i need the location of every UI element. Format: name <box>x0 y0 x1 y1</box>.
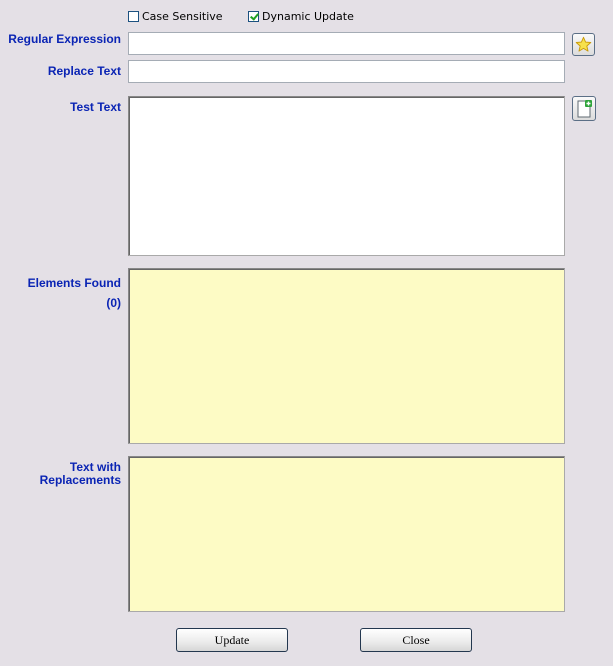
regular-expression-label: Regular Expression <box>8 32 121 46</box>
text-with-replacements-label-line2: Replacements <box>39 473 121 487</box>
replace-text-input[interactable] <box>128 60 565 83</box>
dynamic-update-label: Dynamic Update <box>262 10 354 23</box>
favorite-expression-button[interactable] <box>572 33 595 56</box>
elements-found-area[interactable] <box>128 268 565 444</box>
regular-expression-input[interactable] <box>128 32 565 55</box>
elements-found-label: Elements Found <box>27 276 121 290</box>
case-sensitive-checkbox[interactable]: Case Sensitive <box>128 10 223 23</box>
replace-text-label: Replace Text <box>47 64 121 78</box>
test-text-area[interactable] <box>128 96 565 256</box>
text-with-replacements-area[interactable] <box>128 456 565 612</box>
elements-found-count: (0) <box>106 296 121 310</box>
close-button[interactable]: Close <box>360 628 472 652</box>
dynamic-update-box[interactable] <box>248 11 259 22</box>
test-text-label: Test Text <box>70 100 121 114</box>
new-document-icon <box>577 99 592 117</box>
star-icon <box>575 36 592 52</box>
new-test-text-button[interactable] <box>572 96 596 121</box>
case-sensitive-label: Case Sensitive <box>142 10 223 23</box>
update-button[interactable]: Update <box>176 628 288 652</box>
case-sensitive-box[interactable] <box>128 11 139 22</box>
dynamic-update-checkbox[interactable]: Dynamic Update <box>248 10 354 23</box>
